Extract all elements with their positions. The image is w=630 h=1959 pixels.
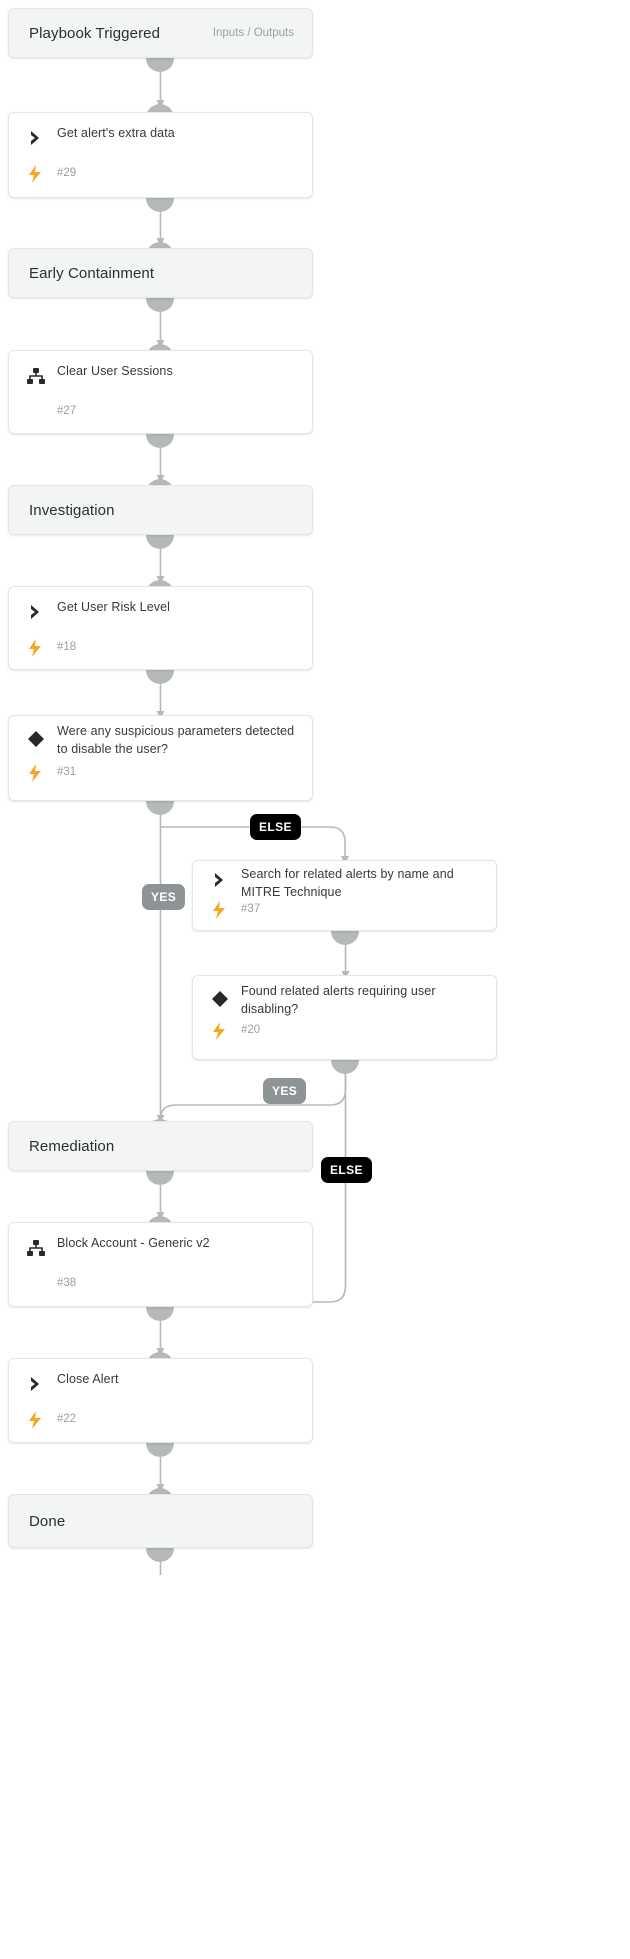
- section-label: Done: [29, 1512, 66, 1530]
- task-title: Close Alert: [57, 1372, 119, 1386]
- task-header: Search for related alerts by name and MI…: [193, 861, 496, 907]
- task-search-related-alerts[interactable]: Search for related alerts by name and MI…: [192, 860, 497, 931]
- branch-label-text: YES: [151, 890, 177, 904]
- lightning-bolt-icon: [209, 1020, 229, 1042]
- branch-label-yes-2[interactable]: YES: [263, 1078, 307, 1104]
- section-label: Early Containment: [29, 264, 155, 282]
- lightning-bolt-icon: [25, 1409, 45, 1431]
- lightning-bolt-icon: [209, 899, 229, 921]
- task-id: #27: [57, 405, 77, 417]
- lightning-bolt-icon: [25, 762, 45, 784]
- task-id: #37: [241, 903, 261, 915]
- section-done[interactable]: Done: [8, 1494, 313, 1548]
- section-label: Remediation: [29, 1137, 115, 1155]
- branch-label-else-2[interactable]: ELSE: [321, 1157, 372, 1183]
- task-header: Close Alert: [9, 1359, 312, 1411]
- task-id: #31: [57, 766, 77, 778]
- section-label: Playbook Triggered: [29, 24, 161, 42]
- task-close-alert[interactable]: Close Alert #22: [8, 1358, 313, 1443]
- playbook-canvas: Playbook Triggered Inputs / Outputs Get …: [0, 0, 630, 1959]
- task-footer: #38: [9, 1275, 312, 1307]
- task-clear-user-sessions[interactable]: Clear User Sessions #27: [8, 350, 313, 434]
- task-title: Block Account - Generic v2: [57, 1236, 210, 1250]
- condition-found-related-alerts[interactable]: Found related alerts requiring user disa…: [192, 975, 497, 1060]
- task-id: #38: [57, 1277, 77, 1289]
- task-footer: #29: [9, 165, 312, 197]
- chevron-right-icon: [25, 1373, 47, 1395]
- section-investigation[interactable]: Investigation: [8, 485, 313, 535]
- diamond-icon: [25, 728, 47, 750]
- task-header: Block Account - Generic v2: [9, 1223, 312, 1275]
- chevron-right-icon: [25, 601, 47, 623]
- task-header: Clear User Sessions: [9, 351, 312, 403]
- task-block-account-generic-v2[interactable]: Block Account - Generic v2 #38: [8, 1222, 313, 1307]
- task-title: Search for related alerts by name and MI…: [241, 867, 454, 899]
- task-header: Get User Risk Level: [9, 587, 312, 639]
- task-id: #22: [57, 1413, 77, 1425]
- task-title: Found related alerts requiring user disa…: [241, 984, 436, 1016]
- chevron-right-icon: [209, 869, 231, 891]
- task-footer: #27: [9, 403, 312, 435]
- section-remediation[interactable]: Remediation: [8, 1121, 313, 1171]
- task-footer: #37: [193, 901, 496, 932]
- branch-label-text: YES: [272, 1084, 298, 1098]
- branch-label-yes-1[interactable]: YES: [142, 884, 186, 910]
- task-id: #18: [57, 641, 77, 653]
- task-title: Get User Risk Level: [57, 600, 171, 614]
- section-playbook-triggered[interactable]: Playbook Triggered Inputs / Outputs: [8, 8, 313, 58]
- task-footer: #20: [193, 1022, 496, 1061]
- inputs-outputs-label[interactable]: Inputs / Outputs: [213, 27, 312, 39]
- lightning-bolt-icon: [25, 163, 45, 185]
- task-title: Get alert's extra data: [57, 126, 175, 140]
- task-id: #20: [241, 1024, 261, 1036]
- task-get-user-risk-level[interactable]: Get User Risk Level #18: [8, 586, 313, 670]
- task-get-alerts-extra-data[interactable]: Get alert's extra data #29: [8, 112, 313, 198]
- task-title: Clear User Sessions: [57, 364, 173, 378]
- task-footer: #18: [9, 639, 312, 671]
- task-id: #29: [57, 167, 77, 179]
- lightning-bolt-icon: [25, 637, 45, 659]
- sitemap-icon: [25, 1237, 47, 1259]
- condition-suspicious-parameters[interactable]: Were any suspicious parameters detected …: [8, 715, 313, 801]
- chevron-right-icon: [25, 127, 47, 149]
- branch-label-text: ELSE: [259, 820, 292, 834]
- branch-label-else-1[interactable]: ELSE: [250, 814, 301, 840]
- diamond-icon: [209, 988, 231, 1010]
- task-title: Were any suspicious parameters detected …: [57, 724, 295, 756]
- branch-label-text: ELSE: [330, 1163, 363, 1177]
- task-footer: #31: [9, 764, 312, 802]
- task-footer: #22: [9, 1411, 312, 1443]
- section-early-containment[interactable]: Early Containment: [8, 248, 313, 298]
- task-header: Found related alerts requiring user disa…: [193, 976, 496, 1032]
- sitemap-icon: [25, 365, 47, 387]
- section-label: Investigation: [29, 501, 115, 519]
- task-header: Were any suspicious parameters detected …: [9, 716, 312, 772]
- task-header: Get alert's extra data: [9, 113, 312, 165]
